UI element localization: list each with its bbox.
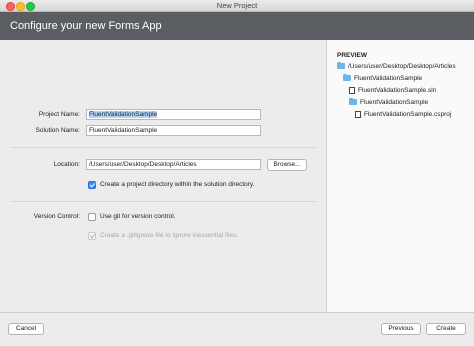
configuration-form: Project Name: FluentValidationSample Sol… [0, 40, 327, 312]
preview-panel: PREVIEW /Users/user/Desktop/Desktop/Arti… [327, 40, 474, 312]
preview-tree-item: FluentValidationSample [343, 73, 422, 83]
create-directory-label: Create a project directory within the so… [100, 181, 255, 188]
wizard-footer: Cancel Previous Create [0, 312, 474, 346]
page-title: Configure your new Forms App [10, 20, 162, 32]
wizard-header: Configure your new Forms App [0, 12, 474, 40]
file-icon [355, 110, 361, 118]
preview-tree-item: FluentValidationSample.csproj [355, 109, 451, 119]
solution-name-label: Solution Name: [35, 127, 80, 134]
divider [10, 201, 316, 202]
divider [10, 147, 316, 148]
project-name-input[interactable]: FluentValidationSample [86, 109, 261, 120]
create-button[interactable]: Create [426, 323, 466, 335]
new-project-window: New Project Configure your new Forms App… [0, 0, 474, 346]
location-label: Location: [53, 161, 80, 168]
previous-button[interactable]: Previous [381, 323, 421, 335]
location-input[interactable]: /Users/user/Desktop/Desktop/Articles [86, 159, 261, 170]
title-bar: New Project [0, 0, 474, 12]
preview-item-label: FluentValidationSample [354, 74, 423, 82]
gitignore-label: Create a .gitignore file to ignore iness… [100, 232, 239, 239]
preview-item-label: FluentValidationSample [360, 98, 429, 106]
folder-icon [337, 62, 345, 69]
file-icon [349, 86, 355, 94]
project-name-value: FluentValidationSample [89, 111, 158, 118]
use-git-label: Use git for version control. [100, 213, 176, 220]
preview-tree-item: /Users/user/Desktop/Desktop/Articles [337, 61, 456, 71]
preview-item-label: FluentValidationSample.csproj [364, 110, 452, 118]
project-name-label: Project Name: [38, 111, 80, 118]
preview-tree-item: FluentValidationSample [349, 97, 428, 107]
preview-item-label: /Users/user/Desktop/Desktop/Articles [348, 62, 456, 70]
preview-tree-item: FluentValidationSample.sln [349, 85, 436, 95]
preview-title: PREVIEW [337, 52, 367, 59]
browse-button[interactable]: Browse... [267, 159, 307, 171]
folder-icon [349, 98, 357, 105]
folder-icon [343, 74, 351, 81]
preview-item-label: FluentValidationSample.sln [358, 86, 437, 94]
solution-name-input[interactable]: FluentValidationSample [86, 125, 261, 136]
window-title: New Project [216, 1, 258, 10]
use-git-checkbox[interactable] [88, 213, 96, 221]
version-control-label: Version Control: [33, 213, 80, 220]
cancel-button[interactable]: Cancel [8, 323, 44, 335]
gitignore-checkbox [88, 232, 96, 240]
create-directory-checkbox[interactable] [88, 181, 96, 189]
